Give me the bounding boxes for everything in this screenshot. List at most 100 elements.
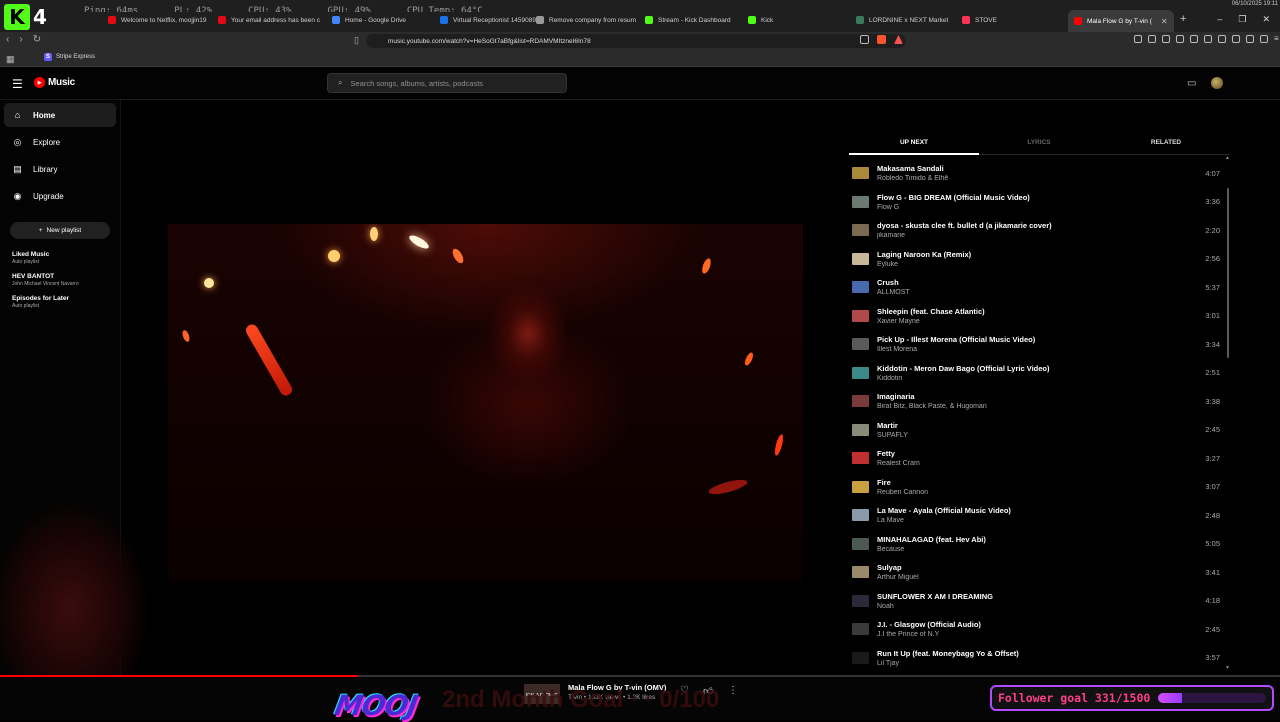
sidebar-item-explore[interactable]: ◎ Explore: [4, 130, 116, 154]
sidebar-playlist[interactable]: Liked Music Auto playlist: [0, 251, 120, 265]
queue-item[interactable]: Laging Naroon Ka (Remix) Eyluke 2:56: [849, 245, 1223, 274]
queue-text: Makasama Sandali Robledo Timido & Elhē: [877, 164, 1177, 182]
tab-up-next[interactable]: UP NEXT: [849, 135, 979, 151]
browser-tab[interactable]: Home - Google Drive: [332, 10, 406, 30]
tab-related[interactable]: RELATED: [1101, 135, 1231, 151]
bookmark-icon[interactable]: ▯: [354, 35, 359, 46]
tab-title: Kick: [761, 16, 774, 24]
menu-icon[interactable]: ≡: [1274, 35, 1280, 43]
new-playlist-button[interactable]: + New playlist: [10, 222, 110, 239]
browser-tab[interactable]: Kick: [748, 10, 773, 30]
queue-item[interactable]: Sulyap Arthur Miguel 3:41: [849, 558, 1223, 587]
follower-goal-fill: [1158, 693, 1182, 703]
minimize-button[interactable]: –: [1217, 14, 1222, 25]
browser-tab[interactable]: LORDNINE x NEXT Market: [856, 10, 948, 30]
queue-item[interactable]: Crush ALLMOST 5:37: [849, 273, 1223, 302]
scroll-thumb[interactable]: [1227, 188, 1229, 358]
queue-item[interactable]: Makasama Sandali Robledo Timido & Elhē 4:0…: [849, 159, 1223, 188]
queue-scrollbar[interactable]: [1226, 158, 1230, 672]
sidebar-playlist[interactable]: HEV BANTOT John Michael Vincent Navarro: [0, 273, 120, 287]
tab-lyrics[interactable]: LYRICS: [974, 135, 1104, 151]
queue-item[interactable]: SUNFLOWER X AM I DREAMING Noah 4:18: [849, 587, 1223, 616]
forward-icon[interactable]: ›: [19, 34, 22, 45]
url-field[interactable]: music.youtube.com/watch?v=HeSoGt7aBfg&li…: [366, 34, 906, 48]
extension-icon[interactable]: [1176, 35, 1184, 43]
more-options-icon[interactable]: ⋮: [728, 685, 738, 696]
stream-month-goal: 2nd Month Goal · · 0/100: [442, 686, 720, 713]
extension-icon[interactable]: [1232, 35, 1240, 43]
queue-item[interactable]: Flow G - BIG DREAM (Official Music Video…: [849, 188, 1223, 217]
extension-icon[interactable]: [1246, 35, 1254, 43]
extension-icon[interactable]: [1162, 35, 1170, 43]
sidebar-playlist[interactable]: Episodes for Later Auto playlist: [0, 295, 120, 309]
tab-favicon-icon: [536, 16, 544, 24]
sidebar-item-home[interactable]: ⌂ Home: [4, 103, 116, 127]
queue-item[interactable]: Imaginaria Birat Bitz, Black Paste, & Hug…: [849, 387, 1223, 416]
queue-text: Run It Up (feat. Moneybagg Yo & Offset) L…: [877, 649, 1177, 667]
reload-icon[interactable]: ↻: [33, 34, 41, 45]
apps-grid-icon[interactable]: ▦: [6, 54, 15, 65]
browser-tab[interactable]: Remove company from resum: [536, 10, 636, 30]
reader-icon[interactable]: [860, 35, 869, 44]
browser-tab[interactable]: Stream - Kick Dashboard: [645, 10, 731, 30]
progress-bar[interactable]: [0, 675, 1280, 677]
extension-icon[interactable]: [1190, 35, 1198, 43]
music-video[interactable]: [168, 224, 803, 581]
queue-item[interactable]: La Mave - Ayala (Official Music Video) La…: [849, 501, 1223, 530]
maximize-button[interactable]: ❐: [1238, 14, 1246, 25]
queue-text: La Mave - Ayala (Official Music Video) La…: [877, 506, 1177, 524]
back-icon[interactable]: ‹: [6, 34, 9, 45]
sidebar-item-upgrade[interactable]: ◉ Upgrade: [4, 184, 116, 208]
browser-tab[interactable]: Mala Flow G by T-vin (✕: [1068, 10, 1174, 32]
extension-icon[interactable]: [1134, 35, 1142, 43]
queue-item[interactable]: Martir SUPAFLY 2:45: [849, 416, 1223, 445]
tab-title: Home - Google Drive: [345, 16, 407, 24]
queue-item[interactable]: Kiddotin - Meron Daw Bago (Official Lyri…: [849, 359, 1223, 388]
search-input[interactable]: [350, 78, 551, 88]
avatar[interactable]: [1211, 77, 1223, 89]
extension-icon[interactable]: [1218, 35, 1226, 43]
queue-text: Fire Reuben Cannon: [877, 478, 1177, 496]
queue-item[interactable]: Fetty Realest Cram 3:27: [849, 444, 1223, 473]
queue-duration: 2:20: [1205, 225, 1220, 235]
queue-thumbnail: [852, 167, 869, 180]
browser-tab[interactable]: Virtual Receptionist 1459089: [440, 10, 536, 30]
browser-tab[interactable]: Welcome to Netflix, moojjin19: [108, 10, 207, 30]
browser-tab[interactable]: Your email address has been c: [218, 10, 320, 30]
close-tab-icon[interactable]: ✕: [1161, 17, 1168, 26]
queue-duration: 3:38: [1205, 396, 1220, 406]
queue-thumbnail: [852, 623, 869, 636]
queue-item[interactable]: Run It Up (feat. Moneybagg Yo & Offset) L…: [849, 644, 1223, 673]
queue-artist: ALLMOST: [877, 289, 910, 297]
sidebar-item-library[interactable]: ▤ Library: [4, 157, 116, 181]
tab-title: Virtual Receptionist 1459089: [453, 16, 536, 24]
sidebar-item-label: Explore: [33, 137, 61, 147]
extension-icon[interactable]: [1148, 35, 1156, 43]
queue-item[interactable]: Fire Reuben Cannon 3:07: [849, 473, 1223, 502]
queue-item[interactable]: MINAHALAGAD (feat. Hev Abi) Because 5:05: [849, 530, 1223, 559]
new-tab-button[interactable]: +: [1180, 13, 1186, 25]
browser-tab[interactable]: STOVE: [962, 10, 997, 30]
ytm-logo[interactable]: ▶ Music: [34, 77, 75, 88]
queue-item[interactable]: Shleepin (feat. Chase Atlantic) Xavier Ma…: [849, 302, 1223, 331]
bookmark-stripe-express[interactable]: S Stripe Express: [44, 53, 95, 61]
queue-artist: Lil Tjay: [877, 659, 900, 667]
close-window-button[interactable]: ✕: [1262, 14, 1270, 25]
queue-title: Fire: [877, 477, 891, 487]
search-box[interactable]: ⌕: [327, 73, 567, 93]
rewards-icon[interactable]: [894, 35, 903, 44]
bookmark-label: Stripe Express: [56, 54, 96, 60]
queue-item[interactable]: J.I. - Glasgow (Official Audio) J.I the P…: [849, 615, 1223, 644]
queue-artist: Because: [877, 545, 905, 553]
hamburger-menu-icon[interactable]: ☰: [12, 77, 23, 91]
queue-item[interactable]: Pick Up - Illest Morena (Official Music …: [849, 330, 1223, 359]
queue-item[interactable]: dyosa - skusta clee ft. bullet d (a jika…: [849, 216, 1223, 245]
brave-shield-icon[interactable]: [877, 35, 886, 44]
extension-icon[interactable]: [1260, 35, 1268, 43]
scroll-down-icon[interactable]: ▼: [1225, 665, 1230, 671]
extension-icon[interactable]: [1204, 35, 1212, 43]
cast-icon[interactable]: ▭: [1187, 78, 1196, 89]
viewer-count: 4: [33, 5, 47, 29]
up-next-queue: Makasama Sandali Robledo Timido & Elhē 4:0…: [849, 159, 1223, 672]
queue-thumbnail: [852, 366, 869, 379]
